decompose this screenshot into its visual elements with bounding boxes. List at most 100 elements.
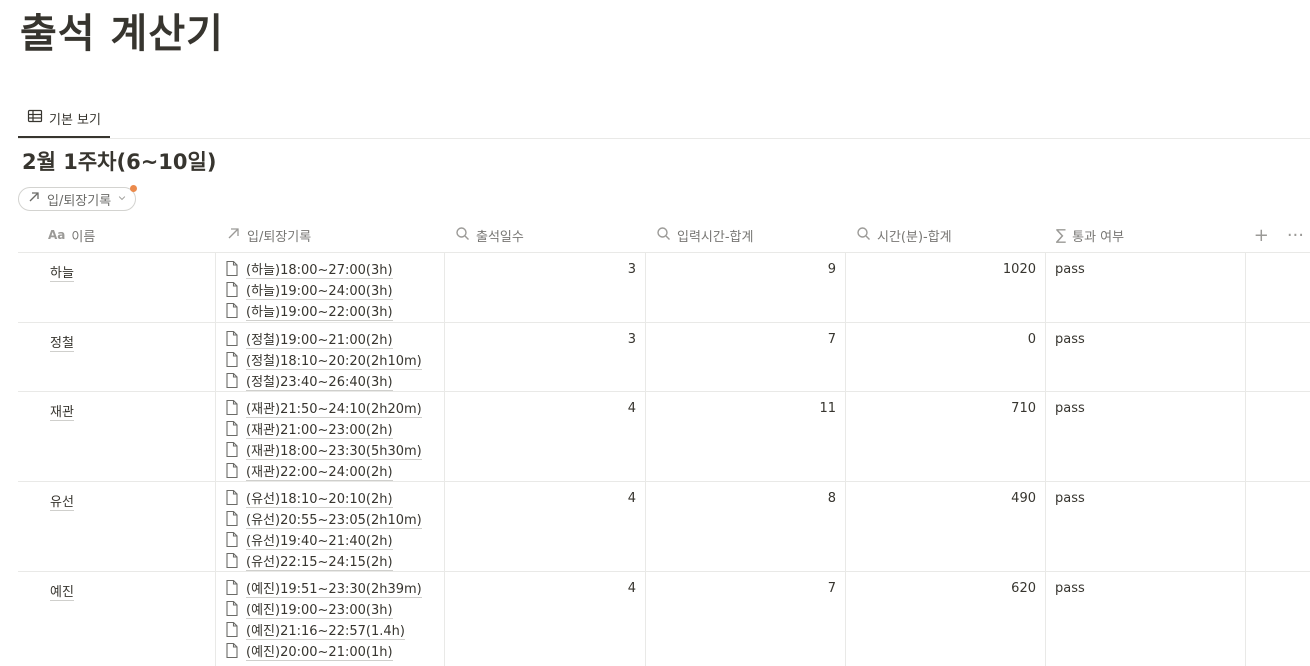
table-row[interactable]: 하늘 (하늘)18:00~27:00(3h) (하늘)19:00~24:00(3… xyxy=(18,253,1310,323)
chevron-down-icon xyxy=(117,192,127,207)
page-icon xyxy=(224,441,240,462)
record-link[interactable]: (재관)18:00~23:30(5h30m) xyxy=(224,441,444,462)
table-row[interactable]: 재관 (재관)21:50~24:10(2h20m) (재관)21:00~23:0… xyxy=(18,392,1310,482)
table-row[interactable]: 예진 (예진)19:51~23:30(2h39m) (예진)19:00~23:0… xyxy=(18,572,1310,666)
days-value: 4 xyxy=(627,401,636,416)
record-link[interactable]: (정철)19:00~21:00(2h) xyxy=(224,330,444,351)
page-icon xyxy=(224,260,240,281)
days-value: 4 xyxy=(627,491,636,506)
header-actions: + ··· xyxy=(1254,218,1304,252)
page-icon xyxy=(224,462,240,483)
pass-cell: pass xyxy=(1046,253,1246,322)
tab-default-view[interactable]: 기본 보기 xyxy=(18,100,110,138)
page-icon xyxy=(224,579,240,600)
column-label: 시간(분)-합계 xyxy=(877,229,952,245)
minutes-cell: 1020 xyxy=(846,253,1046,322)
minutes-value: 620 xyxy=(1011,581,1036,596)
record-link[interactable]: (하늘)19:00~24:00(3h) xyxy=(224,281,444,302)
view-tabs: 기본 보기 xyxy=(18,100,1310,139)
record-link[interactable]: (예진)19:00~23:00(3h) xyxy=(224,600,444,621)
record-text: (유선)22:15~24:15(2h) xyxy=(246,554,393,571)
page-icon xyxy=(224,281,240,302)
page-icon xyxy=(224,642,240,663)
record-text: (재관)21:50~24:10(2h20m) xyxy=(246,401,422,418)
page-icon xyxy=(224,420,240,441)
input-hours-value: 7 xyxy=(827,332,836,347)
minutes-value: 0 xyxy=(1027,332,1036,347)
minutes-value: 710 xyxy=(1011,401,1036,416)
page-icon xyxy=(224,372,240,393)
minutes-cell: 0 xyxy=(846,323,1046,391)
page-icon xyxy=(224,531,240,552)
filter-label: 입/퇴장기록 xyxy=(47,193,112,209)
pass-cell: pass xyxy=(1046,572,1246,666)
minutes-cell: 620 xyxy=(846,572,1046,666)
column-header-input-hours[interactable]: 입력시간-합계 xyxy=(646,218,846,252)
empty-cell xyxy=(1246,482,1310,571)
more-options-icon[interactable]: ··· xyxy=(1287,225,1304,246)
page-icon xyxy=(224,510,240,531)
name-cell: 유선 xyxy=(18,482,216,571)
page-icon xyxy=(224,600,240,621)
days-value: 4 xyxy=(627,581,636,596)
empty-cell xyxy=(1246,392,1310,481)
table-row[interactable]: 정철 (정철)19:00~21:00(2h) (정철)18:10~20:20(2… xyxy=(18,323,1310,392)
column-header-pass[interactable]: ∑ 통과 여부 xyxy=(1046,218,1246,252)
record-text: (하늘)19:00~22:00(3h) xyxy=(246,304,393,321)
record-link[interactable]: (예진)19:51~23:30(2h39m) xyxy=(224,579,444,600)
minutes-value: 1020 xyxy=(1002,262,1036,277)
input-hours-cell: 11 xyxy=(646,392,846,481)
add-column-icon[interactable]: + xyxy=(1254,225,1269,246)
table-row[interactable]: 유선 (유선)18:10~20:10(2h) (유선)20:55~23:05(2… xyxy=(18,482,1310,572)
empty-cell xyxy=(1246,323,1310,391)
column-header-records[interactable]: 입/퇴장기록 xyxy=(216,218,445,252)
pass-value: pass xyxy=(1055,262,1085,277)
input-hours-cell: 7 xyxy=(646,572,846,666)
record-link[interactable]: (유선)20:55~23:05(2h10m) xyxy=(224,510,444,531)
page-icon xyxy=(224,489,240,510)
text-property-icon: Aa xyxy=(48,228,66,242)
record-link[interactable]: (유선)18:10~20:10(2h) xyxy=(224,489,444,510)
record-text: (하늘)18:00~27:00(3h) xyxy=(246,262,393,279)
row-name[interactable]: 하늘 xyxy=(50,266,74,282)
row-name[interactable]: 재관 xyxy=(50,405,74,421)
days-value: 3 xyxy=(627,332,636,347)
record-link[interactable]: (정철)23:40~26:40(3h) xyxy=(224,372,444,393)
row-name[interactable]: 유선 xyxy=(50,495,74,511)
days-cell: 4 xyxy=(445,392,646,481)
formula-icon: ∑ xyxy=(1056,226,1067,244)
record-link[interactable]: (예진)21:16~22:57(1.4h) xyxy=(224,621,444,642)
pass-value: pass xyxy=(1055,491,1085,506)
record-text: (유선)18:10~20:10(2h) xyxy=(246,491,393,508)
relation-filter-chip[interactable]: 입/퇴장기록 xyxy=(18,185,138,211)
record-link[interactable]: (유선)19:40~21:40(2h) xyxy=(224,531,444,552)
record-link[interactable]: (재관)21:00~23:00(2h) xyxy=(224,420,444,441)
record-link[interactable]: (정철)18:10~20:20(2h10m) xyxy=(224,351,444,372)
column-label: 입/퇴장기록 xyxy=(247,229,312,245)
minutes-cell: 710 xyxy=(846,392,1046,481)
arrow-up-right-icon xyxy=(27,190,41,208)
column-header-days[interactable]: 출석일수 xyxy=(445,218,646,252)
record-link[interactable]: (하늘)18:00~27:00(3h) xyxy=(224,260,444,281)
pass-cell: pass xyxy=(1046,323,1246,391)
record-link[interactable]: (재관)22:00~24:00(2h) xyxy=(224,462,444,483)
record-link[interactable]: (하늘)19:00~22:00(3h) xyxy=(224,302,444,323)
record-link[interactable]: (유선)22:15~24:15(2h) xyxy=(224,552,444,573)
records-cell: (하늘)18:00~27:00(3h) (하늘)19:00~24:00(3h) … xyxy=(216,253,445,322)
row-name[interactable]: 예진 xyxy=(50,585,74,601)
page-title: 출석 계산기 xyxy=(20,11,224,57)
record-link[interactable]: (재관)21:50~24:10(2h20m) xyxy=(224,399,444,420)
column-header-name[interactable]: Aa 이름 xyxy=(38,218,216,252)
records-cell: (재관)21:50~24:10(2h20m) (재관)21:00~23:00(2… xyxy=(216,392,445,481)
record-text: (예진)19:51~23:30(2h39m) xyxy=(246,581,422,598)
column-header-minutes[interactable]: 시간(분)-합계 xyxy=(846,218,1046,252)
input-hours-cell: 7 xyxy=(646,323,846,391)
record-text: (재관)18:00~23:30(5h30m) xyxy=(246,443,422,460)
active-filter-dot xyxy=(130,185,138,192)
name-cell: 예진 xyxy=(18,572,216,666)
minutes-cell: 490 xyxy=(846,482,1046,571)
column-label: 이름 xyxy=(71,229,96,245)
record-link[interactable]: (예진)20:00~21:00(1h) xyxy=(224,642,444,663)
row-name[interactable]: 정철 xyxy=(50,336,74,352)
record-text: (정철)23:40~26:40(3h) xyxy=(246,374,393,391)
